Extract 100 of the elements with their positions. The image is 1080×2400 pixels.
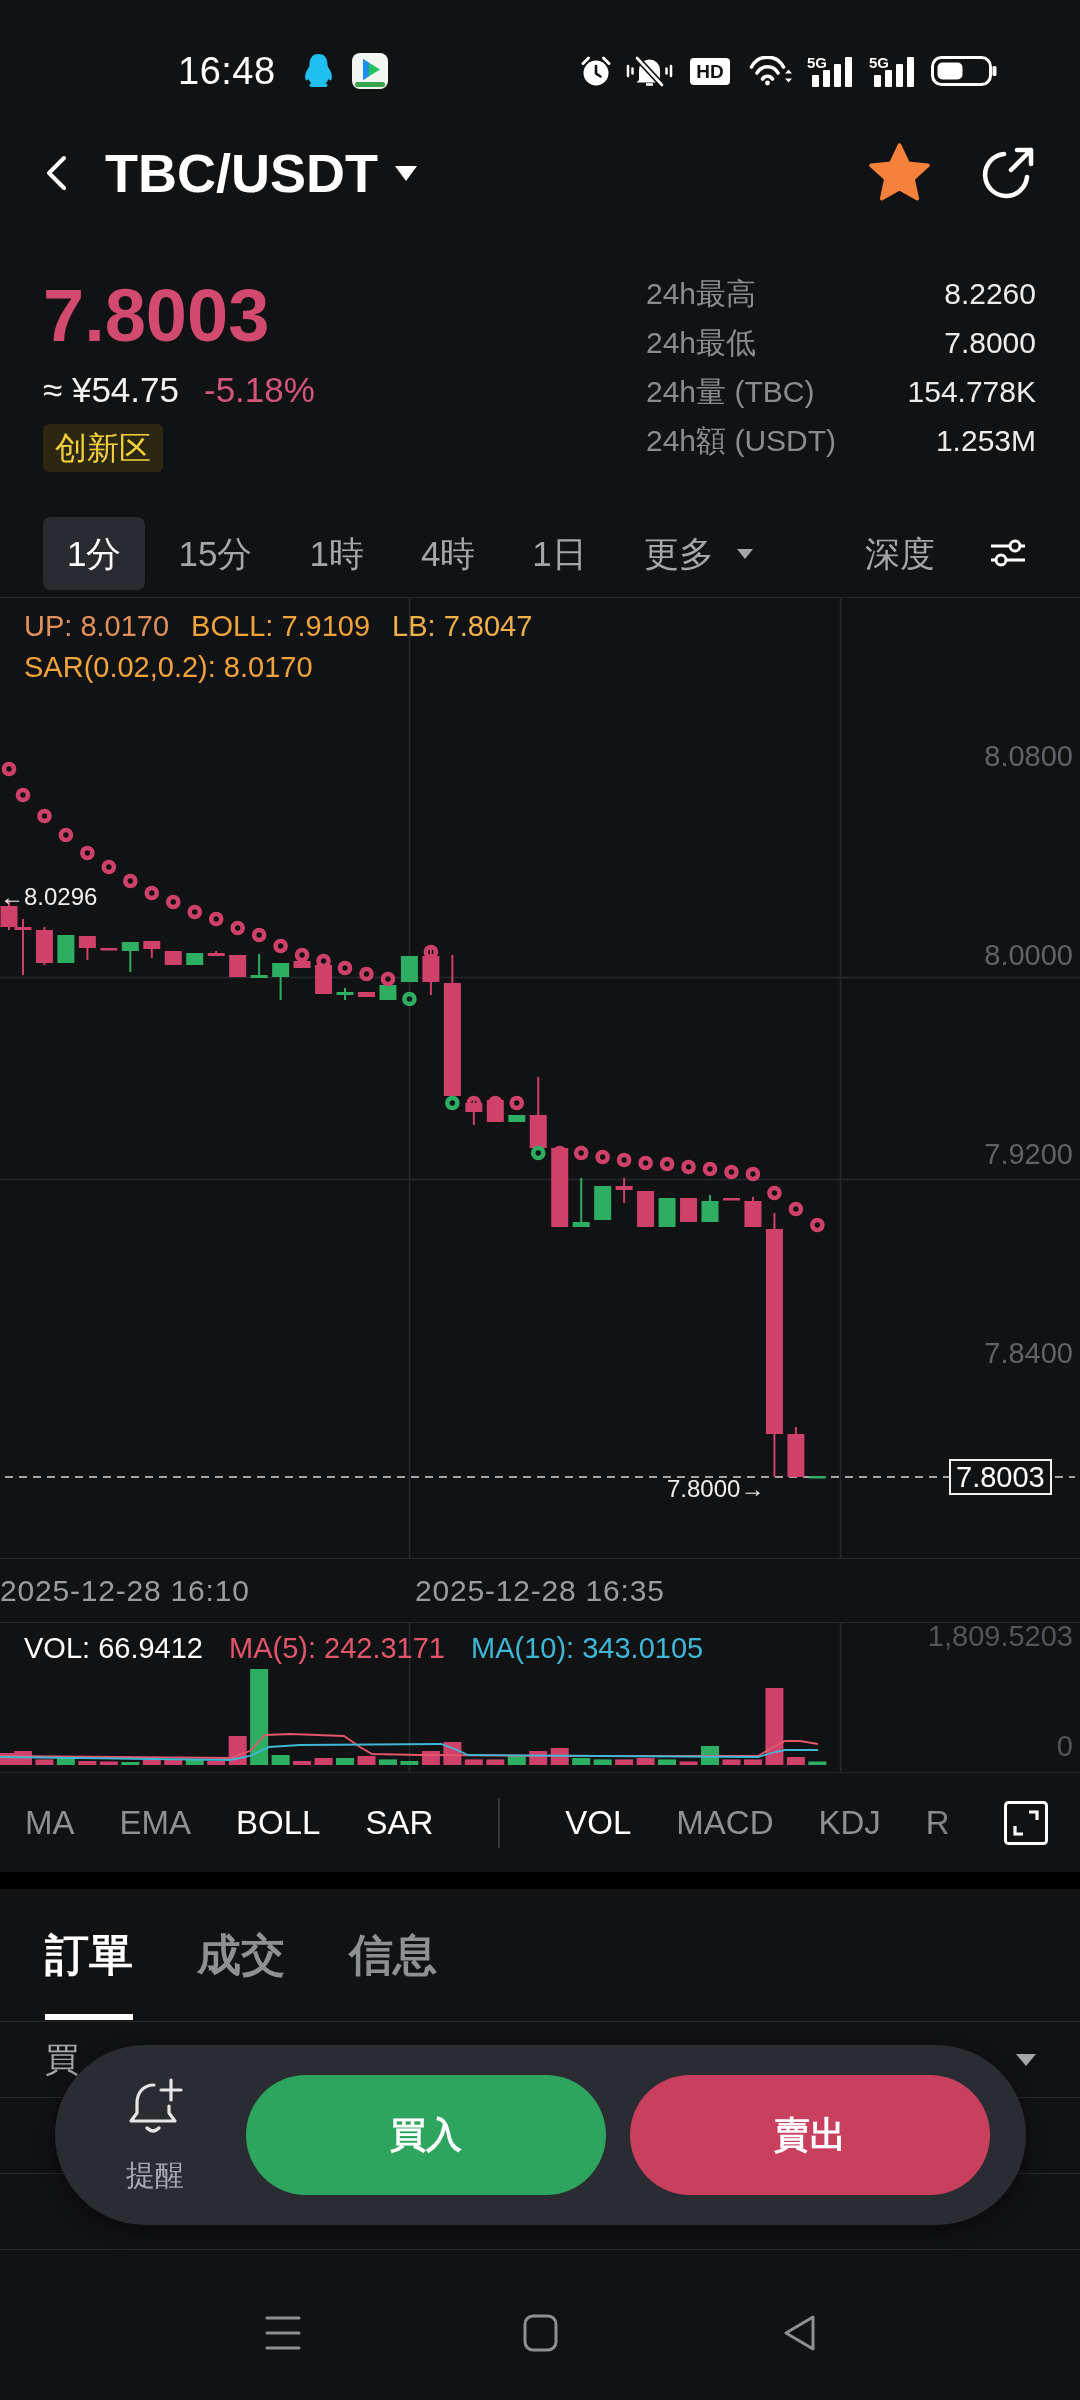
- volume-bar: [786, 1757, 805, 1765]
- home-icon[interactable]: [523, 2314, 558, 2352]
- indicator-tab[interactable]: R: [925, 1798, 950, 1847]
- detail-tab[interactable]: 訂單: [45, 1929, 133, 2020]
- back-icon[interactable]: [782, 2314, 816, 2352]
- candle: [78, 935, 96, 961]
- sar-dot: [702, 1161, 718, 1177]
- volume-bar: [121, 1762, 140, 1765]
- stat-label: 24h最高: [646, 276, 758, 312]
- candle: [35, 926, 53, 966]
- volume-bar: [56, 1757, 75, 1765]
- candle: [701, 1194, 719, 1223]
- alarm-clock-icon: [580, 55, 612, 87]
- interval-tab[interactable]: 4時: [396, 517, 500, 590]
- sar-dot: [359, 966, 374, 982]
- fullscreen-icon[interactable]: [1004, 1800, 1048, 1845]
- candle: [680, 1197, 698, 1223]
- candle: [143, 940, 161, 959]
- share-icon[interactable]: [981, 146, 1035, 200]
- volume-bar: [271, 1755, 290, 1765]
- sar-dot: [681, 1159, 696, 1175]
- back-icon[interactable]: [45, 155, 67, 191]
- indicator-tab[interactable]: VOL: [565, 1798, 632, 1847]
- stat-label: 24h量 (TBC): [646, 374, 816, 410]
- interval-tab[interactable]: 1時: [285, 517, 388, 590]
- sar-dot: [101, 859, 117, 875]
- volume-axis-label: 1,809.5203: [927, 1621, 1073, 1651]
- candle: [293, 960, 311, 969]
- pair-selector[interactable]: TBC/USDT: [105, 142, 417, 204]
- volume-bar: [314, 1758, 333, 1765]
- price-axis-label: 7.9200: [984, 1137, 1073, 1172]
- volume-bar: [507, 1755, 526, 1765]
- candle: [164, 950, 182, 966]
- stat-value: 154.778K: [907, 374, 1036, 410]
- last-price: 7.8003: [43, 274, 270, 358]
- sar-dot: [294, 947, 310, 963]
- interval-tab[interactable]: 1分: [43, 517, 146, 590]
- candle: [572, 1177, 590, 1228]
- interval-tab[interactable]: 1日: [508, 517, 611, 590]
- volume-bar: [658, 1759, 677, 1765]
- indicator-tab[interactable]: SAR: [365, 1798, 434, 1847]
- sliders-icon[interactable]: [990, 538, 1026, 568]
- volume-bar: [99, 1761, 118, 1765]
- sar-dot: [724, 1164, 739, 1180]
- volume-bar: [35, 1759, 54, 1765]
- volume-bar: [615, 1759, 634, 1765]
- sell-button[interactable]: 賣出: [630, 2075, 990, 2195]
- indicator-tab[interactable]: MA: [25, 1798, 75, 1847]
- hd-indicator: HD: [690, 57, 730, 85]
- sar-dot: [37, 808, 52, 824]
- detail-tab[interactable]: 成交: [197, 1929, 285, 2020]
- candle: [315, 964, 333, 995]
- indicator-reading: SAR(0.02,0.2): 8.0170: [24, 650, 313, 685]
- depth-tab[interactable]: 深度: [865, 517, 935, 590]
- sar-dot: [337, 960, 353, 976]
- more-dropdown[interactable]: 更多: [619, 517, 777, 590]
- volume-bar: [336, 1758, 354, 1765]
- candle: [358, 991, 375, 998]
- sar-dot: [123, 873, 138, 889]
- battery-icon: [931, 56, 997, 86]
- menu-icon[interactable]: [265, 2314, 301, 2352]
- indicator-reading: UP: 8.0170: [24, 609, 170, 644]
- candle: [186, 952, 204, 966]
- stat-label: 24h額 (USDT): [646, 423, 837, 459]
- sar-dot: [767, 1185, 782, 1201]
- sar-dot: [58, 827, 74, 843]
- interval-tab[interactable]: 15分: [154, 517, 277, 590]
- volume-bar: [593, 1759, 612, 1765]
- volume-bar: [400, 1761, 419, 1765]
- candle: [400, 955, 418, 983]
- sar-dot: [745, 1166, 761, 1182]
- price-axis-label: 7.8400: [984, 1336, 1073, 1371]
- alert-button[interactable]: 提醒: [117, 2078, 193, 2192]
- candle: [379, 984, 397, 1001]
- candle: [744, 1196, 762, 1228]
- sar-dot: [80, 845, 95, 861]
- indicator-tab[interactable]: EMA: [119, 1798, 191, 1847]
- price-axis-label: 8.0800: [984, 739, 1073, 774]
- indicator-tab[interactable]: BOLL: [236, 1798, 321, 1847]
- indicator-tab[interactable]: KDJ: [818, 1798, 881, 1847]
- sar-dot: [165, 894, 181, 910]
- price-change: -5.18%: [204, 369, 315, 411]
- volume-bar: [378, 1759, 397, 1765]
- caret-icon: [736, 548, 753, 559]
- time-axis-label: 2025-12-28 16:35: [415, 1573, 665, 1607]
- detail-tab[interactable]: 信息: [349, 1929, 437, 2020]
- volume-reading: MA(10): 343.0105: [471, 1631, 704, 1666]
- sar-dot: [530, 1145, 546, 1161]
- candle: [121, 941, 139, 973]
- volume-bar: [679, 1761, 698, 1765]
- star-icon[interactable]: [868, 143, 931, 203]
- indicator-tab[interactable]: MACD: [676, 1798, 774, 1847]
- signal-icon: [871, 57, 916, 87]
- candle: [250, 953, 268, 979]
- sar-dot: [402, 991, 417, 1007]
- network-type-label: 5G: [807, 55, 827, 70]
- caret-icon[interactable]: [1016, 2053, 1036, 2066]
- sar-dot: [230, 920, 245, 936]
- volume-bar: [78, 1761, 97, 1765]
- sar-dot: [208, 911, 224, 927]
